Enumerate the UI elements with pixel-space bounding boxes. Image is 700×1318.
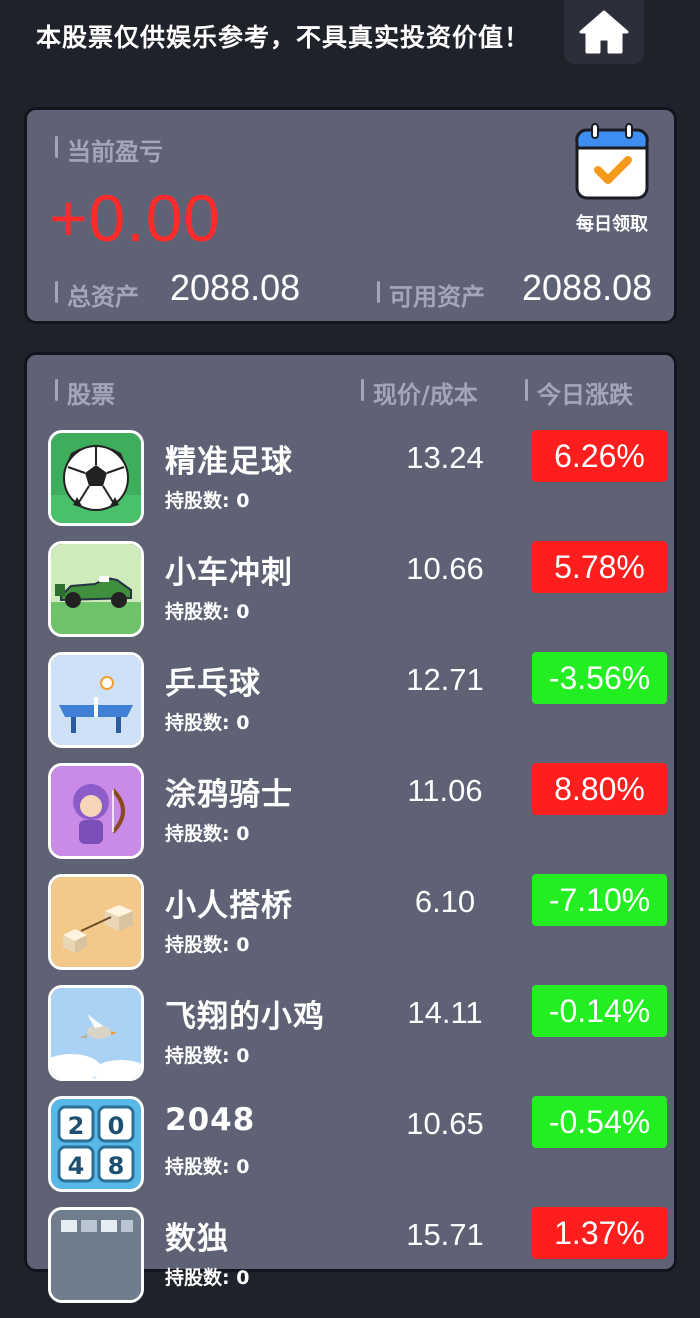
stock-name: 飞翔的小鸡 bbox=[165, 999, 325, 1035]
column-header-stock: 股票 bbox=[55, 375, 115, 410]
svg-text:0: 0 bbox=[108, 1112, 125, 1140]
stock-holdings: 持股数: 0 bbox=[165, 1156, 250, 1178]
stock-change-badge: -0.14% bbox=[532, 985, 667, 1037]
stock-price: 15.71 bbox=[406, 1217, 484, 1252]
calendar-check-icon bbox=[575, 123, 649, 200]
stock-price: 13.24 bbox=[406, 440, 484, 475]
stock-holdings: 持股数: 0 bbox=[165, 1267, 250, 1289]
stock-price: 14.11 bbox=[407, 995, 483, 1030]
stock-name: 数独 bbox=[165, 1221, 229, 1257]
stock-row[interactable]: 乒乓球 持股数: 0 12.71 -3.56% bbox=[27, 652, 677, 763]
total-assets-value: 2088.08 bbox=[170, 267, 301, 308]
stock-holdings: 持股数: 0 bbox=[165, 712, 250, 734]
svg-text:8: 8 bbox=[108, 1152, 125, 1180]
stock-price: 12.71 bbox=[406, 662, 484, 697]
stock-change-badge: 6.26% bbox=[532, 430, 667, 482]
stock-change-badge: -7.10% bbox=[532, 874, 667, 926]
archer-knight-icon bbox=[48, 763, 144, 859]
bridge-blocks-icon bbox=[48, 874, 144, 970]
stock-holdings: 持股数: 0 bbox=[165, 1045, 250, 1067]
stock-row[interactable]: 2 0 4 8 2048 持股数: 0 10.65 -0.54% bbox=[27, 1096, 677, 1207]
stock-list-card: 股票 现价/成本 今日涨跌 精准足球 持股数: 0 13.24 6.26% 小车… bbox=[24, 352, 677, 1303]
stock-name: 2048 bbox=[165, 1102, 256, 1138]
daily-claim-button[interactable]: 每日领取 bbox=[567, 122, 657, 235]
column-header-today-change: 今日涨跌 bbox=[525, 375, 633, 410]
pnl-value: +0.00 bbox=[49, 181, 221, 255]
stock-row[interactable]: 小车冲刺 持股数: 0 10.66 5.78% bbox=[27, 541, 677, 652]
stock-row[interactable]: 小人搭桥 持股数: 0 6.10 -7.10% bbox=[27, 874, 677, 985]
stock-row[interactable]: 数独 持股数: 0 15.71 1.37% bbox=[27, 1207, 677, 1318]
stock-holdings: 持股数: 0 bbox=[165, 934, 250, 956]
stock-holdings: 持股数: 0 bbox=[165, 823, 250, 845]
available-assets-value: 2088.08 bbox=[522, 267, 653, 308]
stock-price: 6.10 bbox=[414, 884, 476, 919]
column-header-price-cost: 现价/成本 bbox=[361, 375, 478, 410]
pnl-label: 当前盈亏 bbox=[55, 132, 163, 167]
stock-row[interactable]: 涂鸦骑士 持股数: 0 11.06 8.80% bbox=[27, 763, 677, 874]
stock-row[interactable]: 飞翔的小鸡 持股数: 0 14.11 -0.14% bbox=[27, 985, 677, 1096]
stock-change-badge: 1.37% bbox=[532, 1207, 667, 1259]
profit-loss-card: 当前盈亏 +0.00 总资产 2088.08 可用资产 2088.08 每日领取 bbox=[24, 107, 677, 324]
top-bar: 本股票仅供娱乐参考，不具真实投资价值！ bbox=[0, 0, 700, 72]
2048-tiles-icon: 2 0 4 8 bbox=[48, 1096, 144, 1192]
stock-name: 涂鸦骑士 bbox=[165, 777, 293, 813]
stock-holdings: 持股数: 0 bbox=[165, 490, 250, 512]
total-assets-label: 总资产 bbox=[55, 277, 139, 312]
available-assets-label: 可用资产 bbox=[377, 277, 485, 312]
ping-pong-table-icon bbox=[48, 652, 144, 748]
stock-change-badge: 8.80% bbox=[532, 763, 667, 815]
race-car-icon bbox=[48, 541, 144, 637]
disclaimer-text: 本股票仅供娱乐参考，不具真实投资价值！ bbox=[36, 23, 531, 52]
stock-price: 10.65 bbox=[406, 1106, 484, 1141]
home-button[interactable] bbox=[564, 0, 644, 64]
stock-name: 小人搭桥 bbox=[165, 888, 293, 924]
svg-text:4: 4 bbox=[68, 1152, 85, 1180]
stock-change-badge: -0.54% bbox=[532, 1096, 667, 1148]
stock-holdings: 持股数: 0 bbox=[165, 601, 250, 623]
stock-name: 精准足球 bbox=[165, 444, 293, 480]
stock-row[interactable]: 精准足球 持股数: 0 13.24 6.26% bbox=[27, 430, 677, 541]
stock-name: 小车冲刺 bbox=[165, 555, 293, 591]
stock-change-badge: 5.78% bbox=[532, 541, 667, 593]
stock-price: 11.06 bbox=[407, 773, 483, 808]
sudoku-grid-icon bbox=[48, 1207, 144, 1303]
svg-text:2: 2 bbox=[68, 1112, 85, 1140]
daily-claim-label: 每日领取 bbox=[576, 214, 648, 235]
stock-change-badge: -3.56% bbox=[532, 652, 667, 704]
stock-name: 乒乓球 bbox=[165, 666, 261, 702]
home-icon bbox=[579, 10, 629, 54]
soccer-ball-icon bbox=[48, 430, 144, 526]
flying-bird-icon bbox=[48, 985, 144, 1081]
stock-price: 10.66 bbox=[406, 551, 484, 586]
